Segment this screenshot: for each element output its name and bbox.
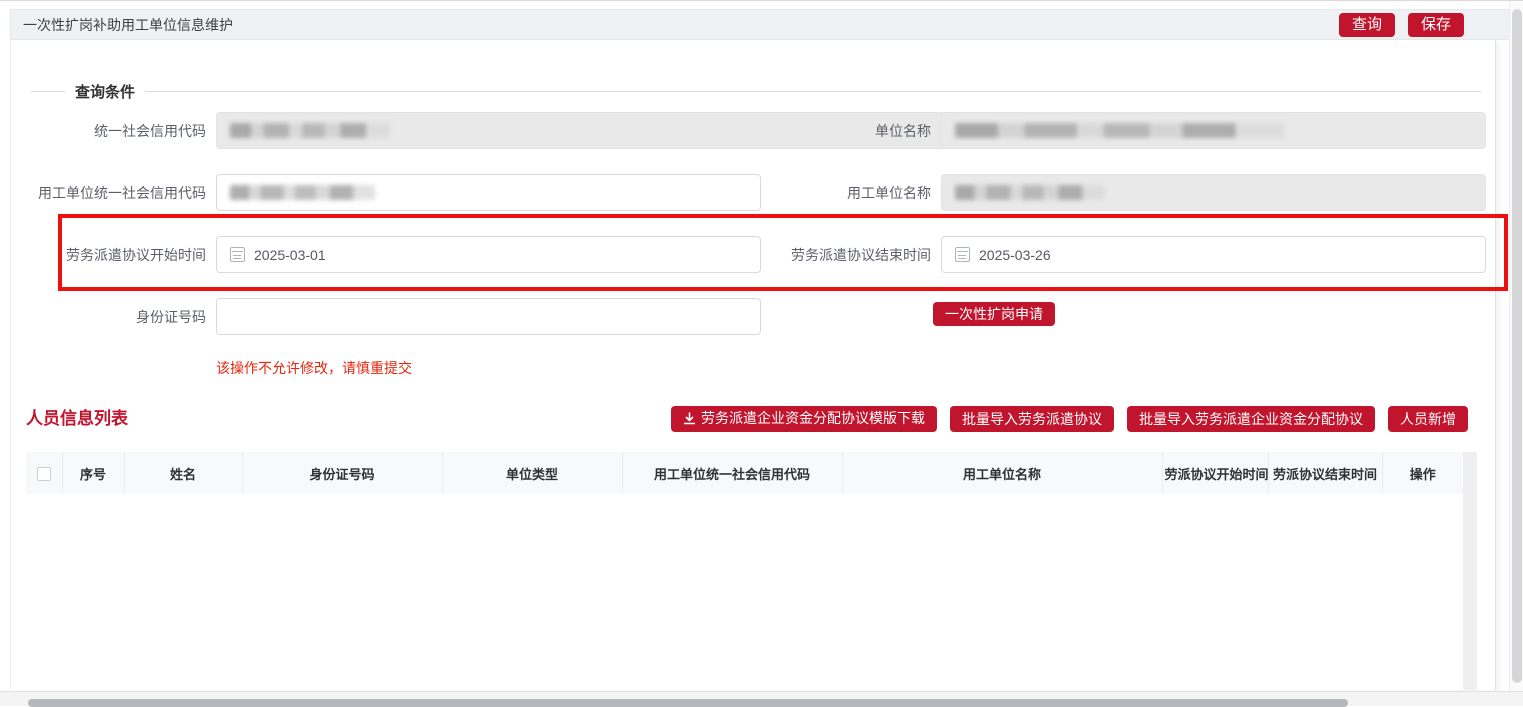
col-dispatch-start: 劳派协议开始时间 bbox=[1162, 452, 1268, 494]
template-download-label: 劳务派遣企业资金分配协议模版下载 bbox=[701, 410, 925, 426]
vertical-scrollbar-track[interactable] bbox=[1509, 1, 1523, 691]
add-person-button[interactable]: 人员新增 bbox=[1388, 406, 1468, 432]
form-row-1: 统一社会信用代码 单位名称 bbox=[11, 112, 1497, 150]
col-unit-type: 单位类型 bbox=[442, 452, 622, 494]
horizontal-scrollbar-thumb[interactable] bbox=[28, 699, 1348, 707]
personnel-list-title: 人员信息列表 bbox=[26, 406, 128, 432]
titlebar-actions: 查询 保存 bbox=[1339, 13, 1464, 37]
employer-credit-code-label: 用工单位统一社会信用代码 bbox=[21, 174, 206, 212]
dispatch-start-date-input[interactable]: 2025-03-01 bbox=[216, 236, 761, 273]
col-employer-credit-code: 用工单位统一社会信用代码 bbox=[622, 452, 842, 494]
query-conditions-divider: 查询条件 bbox=[31, 82, 1481, 100]
select-all-cell bbox=[26, 452, 62, 494]
page-title: 一次性扩岗补助用工单位信息维护 bbox=[11, 15, 233, 35]
masked-value bbox=[955, 123, 1285, 138]
personnel-list-actions: 劳务派遣企业资金分配协议模版下载 批量导入劳务派遣协议 批量导入劳务派遣企业资金… bbox=[671, 406, 1468, 432]
dispatch-start-date-value: 2025-03-01 bbox=[254, 247, 326, 263]
col-serial-number: 序号 bbox=[62, 452, 124, 494]
download-icon bbox=[683, 411, 696, 429]
personnel-table: 序号 姓名 身份证号码 单位类型 用工单位统一社会信用代码 用工单位名称 劳派协… bbox=[26, 452, 1463, 494]
table-scrollbar-track[interactable] bbox=[1463, 452, 1477, 690]
divider-line bbox=[31, 91, 65, 92]
credit-code-label: 统一社会信用代码 bbox=[21, 112, 206, 150]
dispatch-start-label: 劳务派遣协议开始时间 bbox=[21, 236, 206, 274]
col-name: 姓名 bbox=[124, 452, 242, 494]
table-header-row: 序号 姓名 身份证号码 单位类型 用工单位统一社会信用代码 用工单位名称 劳派协… bbox=[26, 452, 1463, 494]
col-employer-name: 用工单位名称 bbox=[842, 452, 1162, 494]
id-number-label: 身份证号码 bbox=[21, 298, 206, 336]
query-conditions-title: 查询条件 bbox=[75, 81, 135, 102]
main-panel: 查询条件 统一社会信用代码 单位名称 用工单位统一社会信用代码 用工单位名称 劳… bbox=[10, 40, 1496, 690]
query-button[interactable]: 查询 bbox=[1339, 13, 1395, 37]
batch-import-fund-agreement-button[interactable]: 批量导入劳务派遣企业资金分配协议 bbox=[1127, 406, 1375, 432]
employer-credit-code-input[interactable] bbox=[216, 174, 761, 211]
dispatch-end-date-value: 2025-03-26 bbox=[979, 247, 1051, 263]
employer-name-label: 用工单位名称 bbox=[751, 174, 931, 212]
form-row-4: 身份证号码 一次性扩岗申请 bbox=[11, 298, 1497, 336]
form-row-2: 用工单位统一社会信用代码 用工单位名称 bbox=[11, 174, 1497, 212]
dispatch-end-label: 劳务派遣协议结束时间 bbox=[751, 236, 931, 274]
col-id-number: 身份证号码 bbox=[242, 452, 442, 494]
select-all-checkbox[interactable] bbox=[37, 467, 51, 481]
horizontal-scrollbar-track[interactable] bbox=[0, 691, 1523, 706]
dispatch-end-date-input[interactable]: 2025-03-26 bbox=[941, 236, 1486, 273]
calendar-icon bbox=[955, 247, 970, 262]
masked-value bbox=[230, 185, 375, 200]
masked-value bbox=[955, 185, 1105, 200]
template-download-button[interactable]: 劳务派遣企业资金分配协议模版下载 bbox=[671, 406, 937, 432]
one-time-expansion-apply-button[interactable]: 一次性扩岗申请 bbox=[933, 302, 1055, 326]
masked-value bbox=[230, 123, 390, 138]
personnel-list-header: 人员信息列表 劳务派遣企业资金分配协议模版下载 批量导入劳务派遣协议 批量导入劳… bbox=[26, 406, 1482, 432]
batch-import-agreement-button[interactable]: 批量导入劳务派遣协议 bbox=[950, 406, 1114, 432]
calendar-icon bbox=[230, 247, 245, 262]
employer-name-field bbox=[941, 174, 1486, 211]
vertical-scrollbar-thumb[interactable] bbox=[1512, 9, 1522, 683]
col-actions: 操作 bbox=[1382, 452, 1463, 494]
divider-line bbox=[145, 91, 1481, 92]
id-number-input[interactable] bbox=[216, 298, 761, 335]
no-modify-warning: 该操作不允许修改，请慎重提交 bbox=[216, 358, 412, 378]
form-row-3: 劳务派遣协议开始时间 2025-03-01 劳务派遣协议结束时间 2025-03… bbox=[11, 236, 1497, 274]
unit-name-label: 单位名称 bbox=[751, 112, 931, 150]
save-button[interactable]: 保存 bbox=[1408, 13, 1464, 37]
page-titlebar: 一次性扩岗补助用工单位信息维护 查询 保存 bbox=[10, 9, 1511, 40]
col-dispatch-end: 劳派协议结束时间 bbox=[1268, 452, 1382, 494]
unit-name-field bbox=[941, 112, 1486, 149]
personnel-table-empty-body bbox=[26, 494, 1463, 690]
